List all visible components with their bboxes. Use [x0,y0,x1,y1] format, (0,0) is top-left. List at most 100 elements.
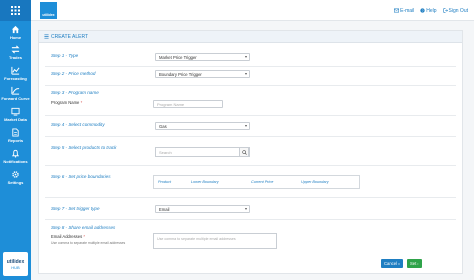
email-link[interactable]: E-mail [394,8,414,14]
divider [45,219,456,220]
cancel-button-label: Cancel [384,261,398,266]
divider [45,197,456,198]
email-addresses-label: Email Addresses * [51,234,85,239]
help-icon: ? [420,8,425,13]
chevron-right-icon [417,262,419,265]
price-boundaries-table: Product Lower Boundary Current Price Upp… [153,175,360,189]
sidebar-item-forecasting[interactable]: Forecasting [0,66,31,86]
reports-icon [12,128,19,137]
column-header-product: Product [158,180,172,184]
panel-header: CREATE ALERT [39,31,462,43]
svg-text:?: ? [422,9,424,13]
forecasting-icon [11,66,20,75]
commodity-select[interactable]: Gas [155,122,250,130]
chevron-down-icon [245,56,247,58]
sidebar: Home Trades Forecasting Forward Curve Ma… [0,0,31,280]
panel-title: CREATE ALERT [51,33,89,40]
commodity-select-value: Gas [159,123,167,129]
home-icon [11,25,20,34]
sidebar-item-home[interactable]: Home [0,25,31,45]
sidebar-item-market-data[interactable]: Market Data [0,107,31,127]
required-mark: * [80,100,83,105]
email-addresses-label-text: Email Addresses [51,234,83,239]
sidebar-item-label: Settings [7,180,24,185]
sidebar-item-label: Market Data [4,117,27,122]
sidebar-item-label: Home [9,35,22,40]
sidebar-item-settings[interactable]: Settings [0,170,31,190]
bell-icon [11,149,20,158]
sidebar-item-trades[interactable]: Trades [0,45,31,65]
signout-link-label: Sign Out [448,7,468,14]
envelope-icon [394,8,400,13]
column-header-lower-boundary: Lower Boundary [191,180,219,184]
step-3-label: Step 3 - Program name [51,90,99,95]
divider [45,115,456,116]
required-mark: * [83,234,85,239]
step-8-label: Step 8 - Share email addresses [51,225,116,230]
signout-link[interactable]: Sign Out [442,7,468,14]
step-4-label: Step 4 - Select commodity [51,122,105,127]
sidebar-item-forward-curve[interactable]: Forward Curve [0,86,31,106]
divider [45,165,456,166]
sidebar-item-label: Trades [9,55,22,60]
step-1-label: Step 1 - Type [51,53,79,58]
type-select-value: Market Price Trigger [159,54,197,60]
program-name-input[interactable]: Program Name [153,100,223,108]
search-icon [241,149,247,155]
email-link-label: E-mail [400,7,415,14]
close-icon [398,262,400,265]
column-header-upper-boundary: Upper Boundary [301,180,329,184]
set-button[interactable]: Set [407,259,422,268]
app-logo[interactable]: utilidex [40,2,57,19]
search-button[interactable] [239,147,249,157]
app-logo-text: utilidex [42,13,55,17]
program-name-label-text: Program Name [51,100,80,105]
chevron-down-icon [245,73,247,75]
sidebar-item-label: Forecasting [4,76,27,81]
divider [45,136,456,137]
program-name-placeholder: Program Name [157,101,185,107]
signout-icon [442,8,448,13]
hub-logo-subtext: HUB [11,264,20,270]
set-button-label: Set [410,261,417,266]
utilidex-hub-logo: utilidex HUB [3,252,28,276]
help-link[interactable]: ? Help [420,7,437,14]
step-2-label: Step 2 - Price method [51,71,96,76]
sidebar-item-label: Notifications [3,159,28,164]
program-name-label: Program Name * [51,100,82,105]
sidebar-item-notifications[interactable]: Notifications [0,149,31,169]
create-alert-panel: CREATE ALERT Step 1 - Type Market Price … [38,30,463,274]
cancel-button[interactable]: Cancel [381,259,403,268]
step-7-label: Step 7 - Set trigger type [51,206,100,211]
step-6-label: Step 6 - Set price boundaries [51,174,111,179]
trigger-type-select[interactable]: Email [155,205,250,213]
divider [45,66,456,67]
email-addresses-textarea[interactable]: Use comma to separate multiple email add… [153,233,277,249]
price-method-select-value: Boundary Price Trigger [159,71,202,77]
forward-curve-icon [11,86,20,95]
top-header: utilidex E-mail ? Help Sign Out [31,0,474,21]
email-addresses-placeholder: Use comma to separate multiple email add… [157,237,236,241]
type-select[interactable]: Market Price Trigger [155,53,250,61]
trades-icon [11,45,20,54]
list-icon [44,34,49,39]
email-hint: Use comma to separate multiple email add… [51,241,126,245]
step-5-label: Step 5 - Select products to track [51,145,117,150]
chevron-down-icon [245,208,247,210]
trigger-type-select-value: Email [159,206,170,212]
sidebar-item-reports[interactable]: Reports [0,128,31,148]
sidebar-item-label: Forward Curve [1,96,30,101]
market-data-icon [11,107,20,116]
help-link-label: Help [426,7,437,14]
price-method-select[interactable]: Boundary Price Trigger [155,70,250,78]
chevron-down-icon [245,125,247,127]
sidebar-item-label: Reports [7,138,24,143]
column-header-current-price: Current Price [251,180,274,184]
grid-icon [11,6,20,15]
menu-grid-button[interactable] [0,0,31,21]
header-links: E-mail ? Help Sign Out [394,0,468,21]
search-placeholder: Search [159,149,172,155]
gear-icon [12,171,19,178]
divider [45,85,456,86]
product-search-input[interactable]: Search [155,147,250,157]
